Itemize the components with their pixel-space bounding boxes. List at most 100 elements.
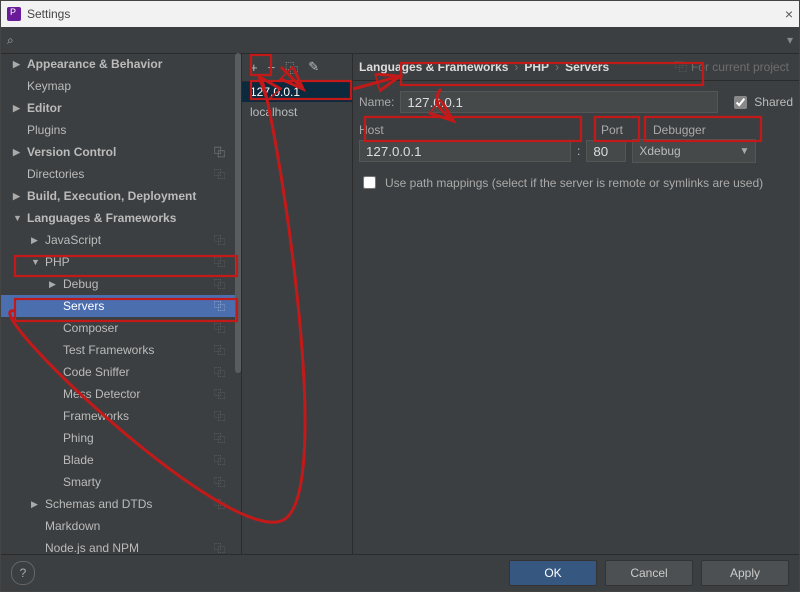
chevron-right-icon[interactable]: ▶ [13, 147, 23, 158]
help-button[interactable]: ? [11, 561, 35, 585]
tree-item-frameworks[interactable]: Frameworks⿻ [1, 405, 235, 427]
breadcrumb-part: PHP [524, 60, 549, 74]
project-scope-hint: ⿻ For current project [675, 58, 789, 75]
tree-item-languages-frameworks[interactable]: ▼Languages & Frameworks [1, 207, 235, 229]
tree-item-label: Code Sniffer [63, 365, 214, 379]
close-icon[interactable]: × [785, 6, 793, 22]
copy-icon: ⿻ [214, 320, 225, 336]
chevron-down-icon[interactable]: ▼ [13, 213, 23, 223]
tree-item-label: Appearance & Behavior [27, 57, 235, 71]
copy-icon: ⿻ [214, 540, 225, 555]
chevron-right-icon[interactable]: ▶ [13, 191, 23, 202]
tree-item-code-sniffer[interactable]: Code Sniffer⿻ [1, 361, 235, 383]
debugger-select[interactable]: Xdebug ▼ [632, 139, 756, 163]
tree-item-node-js-and-npm[interactable]: Node.js and NPM⿻ [1, 537, 235, 555]
tree-item-build-execution-deployment[interactable]: ▶ Build, Execution, Deployment [1, 185, 235, 207]
tree-item-label: Node.js and NPM [45, 541, 214, 555]
tree-item-appearance-behavior[interactable]: ▶ Appearance & Behavior [1, 53, 235, 75]
tree-item-label: Directories [27, 167, 214, 181]
chevron-right-icon: › [555, 60, 559, 74]
path-mappings-checkbox[interactable] [363, 176, 376, 189]
debugger-header: Debugger [653, 123, 765, 137]
tree-item-label: Test Frameworks [63, 343, 214, 357]
tree-item-label: JavaScript [45, 233, 214, 247]
tree-item-label: Frameworks [63, 409, 214, 423]
server-name-input[interactable] [400, 91, 718, 113]
host-port-separator: : [577, 144, 580, 158]
host-input[interactable] [359, 140, 571, 162]
chevron-right-icon[interactable]: ▶ [31, 499, 41, 510]
copy-icon: ⿻ [214, 496, 225, 512]
shared-checkbox-container[interactable]: Shared [730, 93, 793, 112]
tree-item-label: Markdown [45, 519, 235, 533]
window-title: Settings [27, 7, 70, 21]
copy-icon: ⿻ [214, 430, 225, 446]
chevron-down-icon: ▼ [739, 146, 749, 157]
tree-item-plugins[interactable]: Plugins [1, 119, 235, 141]
port-header: Port [601, 123, 647, 137]
port-input[interactable] [586, 140, 626, 162]
tree-item-test-frameworks[interactable]: Test Frameworks⿻ [1, 339, 235, 361]
search-icon: ⌕ [7, 33, 14, 48]
server-list[interactable]: 127.0.0.1localhost [242, 82, 352, 555]
tree-item-smarty[interactable]: Smarty⿻ [1, 471, 235, 493]
dialog-footer: ? OK Cancel Apply [1, 554, 799, 591]
chevron-down-icon[interactable]: ▼ [31, 257, 41, 267]
tree-item-php[interactable]: ▼ PHP⿻ [1, 251, 235, 273]
chevron-right-icon[interactable]: ▶ [31, 235, 41, 246]
chevron-right-icon[interactable]: ▶ [49, 279, 59, 290]
tree-item-markdown[interactable]: Markdown [1, 515, 235, 537]
copy-icon: ⿻ [214, 386, 225, 402]
copy-icon: ⿻ [214, 408, 225, 424]
tree-item-directories[interactable]: Directories⿻ [1, 163, 235, 185]
tree-item-label: Smarty [63, 475, 214, 489]
remove-server-button[interactable]: − [268, 60, 276, 75]
copy-icon: ⿻ [214, 298, 225, 314]
tree-item-schemas-and-dtds[interactable]: ▶Schemas and DTDs⿻ [1, 493, 235, 515]
tree-item-keymap[interactable]: Keymap [1, 75, 235, 97]
tree-item-label: PHP [45, 255, 214, 269]
chevron-right-icon[interactable]: ▶ [13, 59, 23, 70]
apply-button[interactable]: Apply [701, 560, 789, 586]
add-server-button[interactable]: + [250, 60, 258, 75]
shared-checkbox[interactable] [734, 96, 747, 109]
tree-item-editor[interactable]: ▶Editor [1, 97, 235, 119]
app-logo-icon [7, 7, 21, 21]
settings-tree[interactable]: ▶ Appearance & Behavior Keymap ▶EditorPlugi… [1, 53, 242, 555]
settings-search-bar[interactable]: ⌕ ▾ [1, 27, 799, 54]
breadcrumb: Languages & Frameworks › PHP › Servers ⿻… [353, 53, 799, 81]
copy-icon: ⿻ [214, 452, 225, 468]
copy-icon: ⿻ [214, 342, 225, 358]
chevron-right-icon[interactable]: ▶ [13, 103, 23, 114]
copy-icon: ⿻ [675, 58, 687, 75]
server-list-item[interactable]: 127.0.0.1 [242, 82, 352, 102]
server-list-item[interactable]: localhost [242, 102, 352, 122]
server-list-toolbar: + − ⿻ ✎ [242, 53, 352, 82]
cancel-button[interactable]: Cancel [605, 560, 693, 586]
search-input[interactable] [18, 32, 787, 48]
tree-item-version-control[interactable]: ▶Version Control⿻ [1, 141, 235, 163]
copy-server-button[interactable]: ⿻ [285, 58, 298, 77]
tree-item-label: Phing [63, 431, 214, 445]
tree-item-mess-detector[interactable]: Mess Detector⿻ [1, 383, 235, 405]
tree-item-composer[interactable]: Composer⿻ [1, 317, 235, 339]
tree-item-debug[interactable]: ▶Debug⿻ [1, 273, 235, 295]
debugger-value: Xdebug [639, 144, 680, 158]
tree-item-phing[interactable]: Phing⿻ [1, 427, 235, 449]
server-list-panel: + − ⿻ ✎ 127.0.0.1localhost [242, 53, 353, 555]
chevron-right-icon: › [514, 60, 518, 74]
path-mappings-label: Use path mappings (select if the server … [385, 176, 763, 190]
tree-item-label: Composer [63, 321, 214, 335]
tree-item-blade[interactable]: Blade⿻ [1, 449, 235, 471]
tree-item-label: Keymap [27, 79, 235, 93]
paste-server-button[interactable]: ✎ [308, 59, 319, 75]
chevron-down-icon[interactable]: ▾ [787, 33, 793, 47]
tree-item-label: Build, Execution, Deployment [27, 189, 235, 203]
tree-item-javascript[interactable]: ▶ JavaScript⿻ [1, 229, 235, 251]
tree-item-label: Blade [63, 453, 214, 467]
ok-button[interactable]: OK [509, 560, 597, 586]
tree-scrollbar[interactable] [235, 53, 241, 555]
copy-icon: ⿻ [214, 254, 225, 270]
tree-item-servers[interactable]: Servers⿻ [1, 295, 235, 317]
copy-icon: ⿻ [214, 232, 225, 248]
